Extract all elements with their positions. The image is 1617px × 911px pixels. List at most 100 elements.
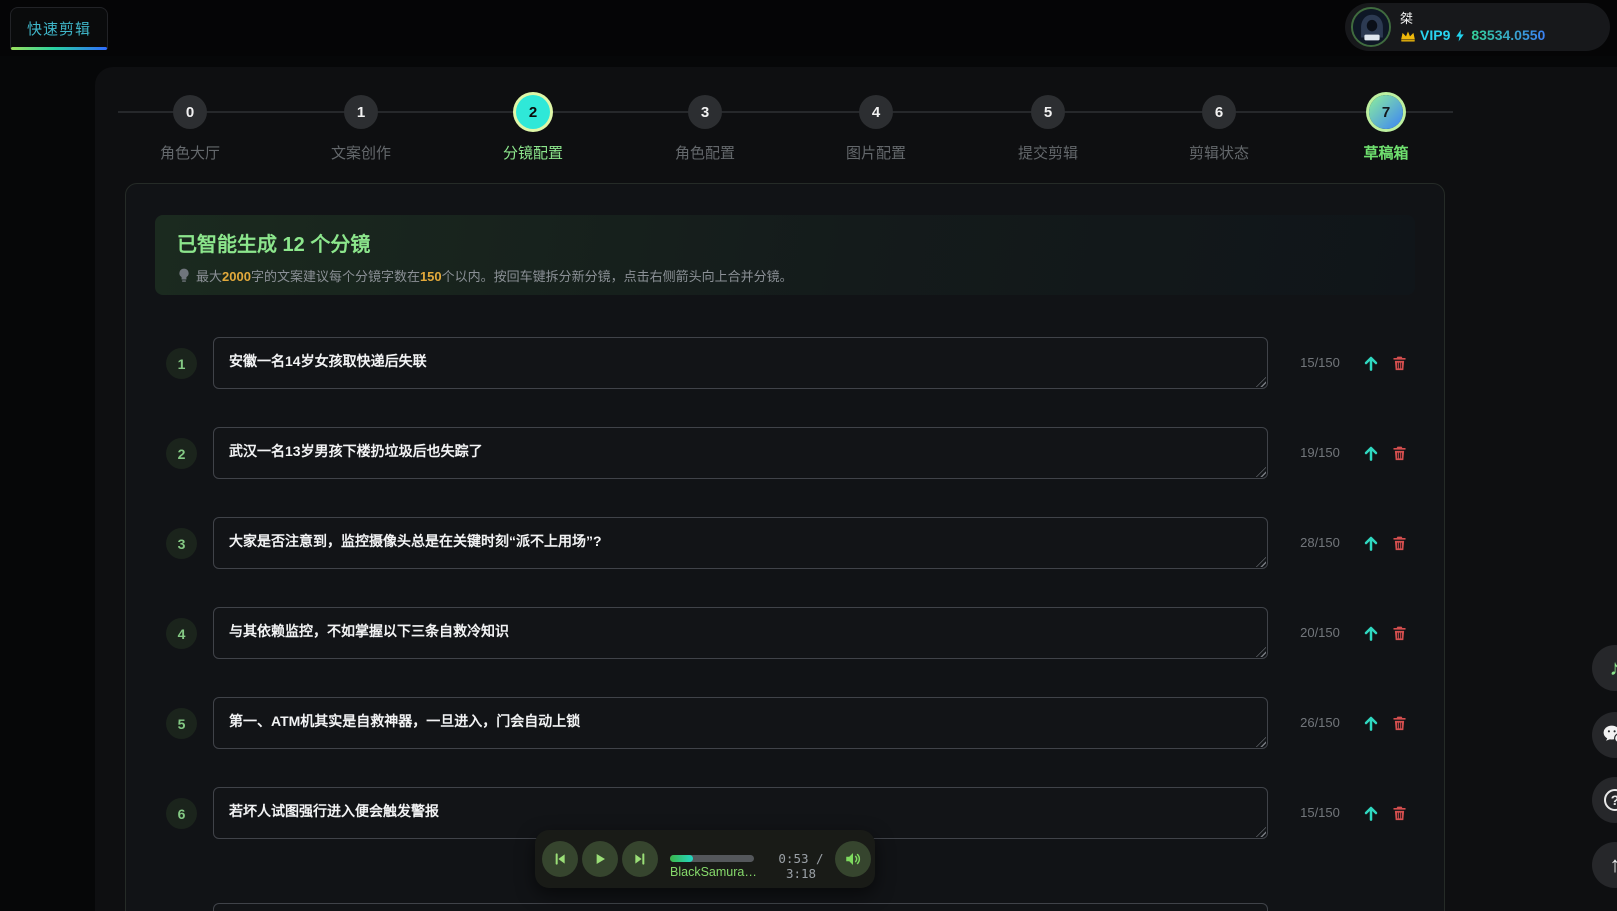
delete-storyboard-button[interactable] bbox=[1387, 801, 1411, 825]
storyboard-text-input[interactable]: 安徽一名14岁女孩取快递后失联 bbox=[213, 337, 1268, 389]
step-number: 2 bbox=[516, 95, 550, 129]
storyboard-text-input[interactable]: 第一、ATM机其实是自救神器，一旦进入，门会自动上锁 bbox=[213, 697, 1268, 749]
max-chars-value: 2000 bbox=[222, 269, 251, 284]
storyboard-row-3: 3 大家是否注意到，监控摄像头总是在关键时刻“派不上用场”? 28/150 bbox=[155, 517, 1415, 569]
delete-storyboard-button[interactable] bbox=[1387, 441, 1411, 465]
storyboard-row-2: 2 武汉一名13岁男孩下楼扔垃圾后也失踪了 19/150 bbox=[155, 427, 1415, 479]
step-draft-box[interactable]: 7 草稿箱 bbox=[1326, 95, 1446, 163]
step-number: 0 bbox=[173, 95, 207, 129]
previous-track-icon bbox=[552, 851, 568, 867]
char-counter: 28/150 bbox=[1285, 535, 1355, 550]
play-icon bbox=[592, 851, 608, 867]
step-role-hall[interactable]: 0 角色大厅 bbox=[130, 95, 250, 163]
step-label: 剪辑状态 bbox=[1189, 142, 1249, 163]
storyboard-index-badge: 3 bbox=[166, 528, 197, 559]
char-counter: 19/150 bbox=[1285, 445, 1355, 460]
arrow-up-icon bbox=[1361, 803, 1381, 823]
tab-active-underline bbox=[11, 47, 107, 50]
char-counter: 15/150 bbox=[1285, 355, 1355, 370]
play-button[interactable] bbox=[582, 841, 618, 877]
delete-storyboard-button[interactable] bbox=[1387, 351, 1411, 375]
step-label: 文案创作 bbox=[331, 142, 391, 163]
question-mark-icon: ? bbox=[1604, 789, 1617, 811]
trash-icon bbox=[1391, 804, 1408, 822]
step-copywriting[interactable]: 1 文案创作 bbox=[301, 95, 421, 163]
step-number: 7 bbox=[1369, 95, 1403, 129]
trash-icon bbox=[1391, 354, 1408, 372]
merge-up-button[interactable] bbox=[1359, 711, 1383, 735]
step-number: 4 bbox=[859, 95, 893, 129]
track-name: BlackSamura… bbox=[670, 865, 760, 879]
step-number: 1 bbox=[344, 95, 378, 129]
step-edit-status[interactable]: 6 剪辑状态 bbox=[1159, 95, 1279, 163]
trash-icon bbox=[1391, 534, 1408, 552]
arrow-up-icon: ↑ bbox=[1610, 852, 1617, 878]
arrow-up-icon bbox=[1361, 443, 1381, 463]
trash-icon bbox=[1391, 714, 1408, 732]
music-note-icon: ♪ bbox=[1610, 655, 1617, 681]
delete-storyboard-button[interactable] bbox=[1387, 711, 1411, 735]
lightning-bolt-icon bbox=[1454, 28, 1467, 43]
step-label: 提交剪辑 bbox=[1018, 142, 1078, 163]
storyboard-text-input[interactable]: 大家是否注意到，监控摄像头总是在关键时刻“派不上用场”? bbox=[213, 517, 1268, 569]
current-time: 0:53 bbox=[778, 851, 808, 866]
step-label: 图片配置 bbox=[846, 142, 906, 163]
volume-button[interactable] bbox=[835, 841, 871, 877]
storyboard-row-4: 4 与其依赖监控，不如掌握以下三条自救冷知识 20/150 bbox=[155, 607, 1415, 659]
step-role-config[interactable]: 3 角色配置 bbox=[645, 95, 765, 163]
step-submit-edit[interactable]: 5 提交剪辑 bbox=[988, 95, 1108, 163]
step-label: 角色配置 bbox=[675, 142, 735, 163]
user-info: 桀 VIP9 83534.0550 bbox=[1400, 11, 1545, 44]
progress-fill bbox=[670, 855, 693, 862]
hooded-user-avatar-image bbox=[1353, 9, 1391, 47]
storyboard-index-badge: 5 bbox=[166, 708, 197, 739]
quick-edit-tab[interactable]: 快速剪辑 bbox=[10, 7, 108, 49]
step-number: 3 bbox=[688, 95, 722, 129]
lightbulb-icon bbox=[177, 268, 191, 283]
char-counter: 20/150 bbox=[1285, 625, 1355, 640]
storyboard-index-badge: 4 bbox=[166, 618, 197, 649]
storyboard-index-badge: 2 bbox=[166, 438, 197, 469]
storyboard-index-badge: 6 bbox=[166, 798, 197, 829]
next-track-button[interactable] bbox=[622, 841, 658, 877]
step-label: 角色大厅 bbox=[160, 142, 220, 163]
merge-up-button[interactable] bbox=[1359, 621, 1383, 645]
step-number: 5 bbox=[1031, 95, 1065, 129]
vip-level-badge: VIP9 bbox=[1420, 27, 1450, 44]
arrow-up-icon bbox=[1361, 623, 1381, 643]
char-counter: 15/150 bbox=[1285, 805, 1355, 820]
storyboard-text-input[interactable] bbox=[213, 903, 1268, 911]
step-image-config[interactable]: 4 图片配置 bbox=[816, 95, 936, 163]
merge-up-button[interactable] bbox=[1359, 801, 1383, 825]
merge-up-button[interactable] bbox=[1359, 351, 1383, 375]
delete-storyboard-button[interactable] bbox=[1387, 531, 1411, 555]
top-bar: 快速剪辑 桀 VIP9 83534.0550 bbox=[0, 0, 1617, 56]
avatar[interactable] bbox=[1351, 7, 1391, 47]
credits-balance: 83534.0550 bbox=[1471, 27, 1545, 44]
generation-result-banner: 已智能生成 12 个分镜 最大2000字的文案建议每个分镜字数在150个以内。按… bbox=[155, 215, 1415, 295]
storyboard-index-badge: 1 bbox=[166, 348, 197, 379]
storyboard-row-1: 1 安徽一名14岁女孩取快递后失联 15/150 bbox=[155, 337, 1415, 389]
step-storyboard-config[interactable]: 2 分镜配置 bbox=[473, 95, 593, 163]
step-label: 分镜配置 bbox=[503, 142, 563, 163]
quick-edit-tab-label: 快速剪辑 bbox=[27, 18, 91, 39]
arrow-up-icon bbox=[1361, 353, 1381, 373]
trash-icon bbox=[1391, 624, 1408, 642]
previous-track-button[interactable] bbox=[542, 841, 578, 877]
progress-bar[interactable] bbox=[670, 855, 754, 862]
storyboard-row-7-partial bbox=[155, 903, 1415, 911]
merge-up-button[interactable] bbox=[1359, 441, 1383, 465]
volume-icon bbox=[844, 850, 862, 868]
playback-time: 0:53 / 3:18 bbox=[761, 851, 841, 881]
storyboard-text-input[interactable]: 与其依赖监控，不如掌握以下三条自救冷知识 bbox=[213, 607, 1268, 659]
audio-player: BlackSamura… 0:53 / 3:18 bbox=[535, 830, 875, 888]
per-shot-chars-value: 150 bbox=[420, 269, 442, 284]
user-account-pill[interactable]: 桀 VIP9 83534.0550 bbox=[1345, 3, 1610, 51]
storyboard-text-input[interactable]: 武汉一名13岁男孩下楼扔垃圾后也失踪了 bbox=[213, 427, 1268, 479]
arrow-up-icon bbox=[1361, 713, 1381, 733]
step-label: 草稿箱 bbox=[1363, 142, 1408, 163]
delete-storyboard-button[interactable] bbox=[1387, 621, 1411, 645]
storyboard-row-5: 5 第一、ATM机其实是自救神器，一旦进入，门会自动上锁 26/150 bbox=[155, 697, 1415, 749]
step-number: 6 bbox=[1202, 95, 1236, 129]
merge-up-button[interactable] bbox=[1359, 531, 1383, 555]
